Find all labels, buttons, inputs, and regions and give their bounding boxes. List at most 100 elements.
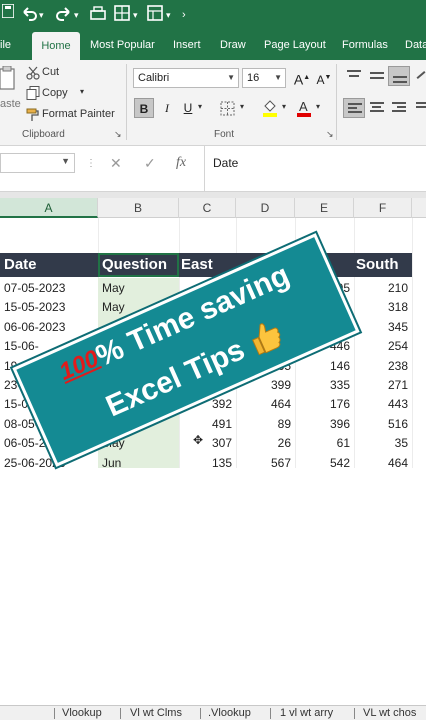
tab-home[interactable]: Home	[32, 32, 80, 60]
sheet-tab-1-vl-wt-arry[interactable]: 1 vl wt arry	[280, 706, 333, 720]
font-family-combo[interactable]: Calibri ▼	[133, 68, 239, 88]
cell-e[interactable]: 176	[295, 395, 350, 414]
cell-e[interactable]: 61	[295, 434, 350, 453]
tab-page-layout[interactable]: Page Layout	[264, 30, 326, 60]
borders-icon[interactable]	[114, 5, 130, 21]
align-top-icon[interactable]	[343, 66, 365, 86]
cut-icon[interactable]	[26, 66, 40, 85]
cell-south[interactable]: 238	[354, 357, 408, 376]
underline-button[interactable]: U	[178, 98, 198, 118]
sheet-tab-dot-vlookup[interactable]: .Vlookup	[208, 706, 251, 720]
cancel-icon[interactable]: ✕	[110, 155, 122, 172]
paste-icon[interactable]	[0, 65, 16, 97]
font-launcher-icon[interactable]: ↘	[326, 129, 334, 140]
cell-e[interactable]: 542	[295, 454, 350, 473]
cell-d[interactable]: 89	[236, 415, 291, 434]
column-header-f[interactable]: F	[354, 198, 412, 218]
cell-d[interactable]: 567	[236, 454, 291, 473]
font-size-combo[interactable]: 16 ▼	[242, 68, 286, 88]
cell-d[interactable]: 26	[236, 434, 291, 453]
cell-e[interactable]: 146	[295, 357, 350, 376]
redo-dropdown-icon[interactable]: ▾	[74, 5, 79, 25]
cell-south[interactable]: 271	[354, 376, 408, 395]
sheet-tab-vl-wt-chos[interactable]: VL wt chos	[363, 706, 416, 720]
format-painter-button[interactable]: Format Painter	[42, 108, 115, 120]
print-preview-icon[interactable]	[89, 5, 107, 23]
tab-data[interactable]: Data	[405, 30, 426, 60]
tab-draw[interactable]: Draw	[220, 30, 246, 60]
chevron-down-icon[interactable]: ▼	[61, 156, 70, 166]
cell-south[interactable]: 516	[354, 415, 408, 434]
undo-dropdown-icon[interactable]: ▾	[39, 5, 44, 25]
fill-color-dropdown-icon[interactable]: ▾	[282, 102, 286, 111]
tab-most-popular[interactable]: Most Popular	[90, 30, 155, 60]
header-east[interactable]: East	[181, 253, 213, 277]
decrease-font-size-icon[interactable]: A▼	[314, 68, 334, 88]
merge-icon[interactable]	[147, 5, 163, 21]
column-header-b[interactable]: B	[98, 198, 179, 218]
cell-e[interactable]: 335	[295, 376, 350, 395]
cell-south[interactable]: 210	[354, 279, 408, 298]
font-color-icon[interactable]: A	[296, 98, 312, 123]
cell-east[interactable]: 307	[179, 434, 232, 453]
enter-icon[interactable]: ✓	[144, 155, 156, 172]
align-bottom-icon[interactable]	[388, 66, 410, 86]
cell-south[interactable]: 318	[354, 298, 408, 317]
sheet-tab-vl-wt-clms[interactable]: Vl wt Clms	[130, 706, 182, 720]
cell-south[interactable]: 464	[354, 454, 408, 473]
column-header-e[interactable]: E	[295, 198, 354, 218]
bold-button[interactable]: B	[134, 98, 154, 118]
cell-south[interactable]: 35	[354, 434, 408, 453]
tab-formulas[interactable]: Formulas	[342, 30, 388, 60]
header-date[interactable]: Date	[4, 253, 37, 277]
cell-south[interactable]: 345	[354, 318, 408, 337]
copy-icon[interactable]	[26, 86, 40, 105]
cell-date[interactable]: 07-05-2023	[4, 279, 98, 298]
merge-dropdown-icon[interactable]: ▾	[166, 5, 171, 25]
cell-question[interactable]: Jun	[102, 454, 177, 473]
cut-button[interactable]: Cut	[42, 66, 59, 78]
cell-question[interactable]: May	[102, 279, 177, 298]
borders-icon[interactable]	[220, 101, 235, 121]
cell-d[interactable]: 464	[236, 395, 291, 414]
insert-function-icon[interactable]: fx	[176, 155, 186, 171]
chevron-down-icon[interactable]: ▼	[227, 69, 235, 87]
fill-color-icon[interactable]	[262, 98, 278, 123]
borders-dropdown-icon[interactable]: ▾	[240, 102, 244, 111]
cell-e[interactable]: 396	[295, 415, 350, 434]
tab-file[interactable]: ile	[0, 30, 11, 60]
customize-toolbar-icon[interactable]: ›	[182, 5, 186, 25]
indent-icon[interactable]	[412, 98, 426, 118]
paste-label[interactable]: aste	[0, 98, 21, 110]
column-header-d[interactable]: D	[236, 198, 295, 218]
tab-insert[interactable]: Insert	[173, 30, 201, 60]
cell-east[interactable]: 135	[179, 454, 232, 473]
cell-south[interactable]: 254	[354, 337, 408, 356]
redo-icon[interactable]	[55, 5, 73, 23]
font-color-dropdown-icon[interactable]: ▾	[316, 102, 320, 111]
align-middle-icon[interactable]	[366, 66, 388, 86]
cell-east[interactable]: 491	[179, 415, 232, 434]
cell-date[interactable]: 15-05-2023	[4, 298, 98, 317]
cell-south[interactable]: 443	[354, 395, 408, 414]
column-header-c[interactable]: C	[179, 198, 236, 218]
cell-date[interactable]: 06-06-2023	[4, 318, 98, 337]
formula-input[interactable]: Date	[204, 146, 426, 192]
chevron-down-icon[interactable]: ▼	[274, 69, 282, 87]
increase-font-size-icon[interactable]: A▲	[292, 68, 312, 88]
header-south[interactable]: South	[356, 253, 399, 277]
clipboard-launcher-icon[interactable]: ↘	[114, 129, 122, 140]
undo-icon[interactable]	[20, 5, 38, 23]
align-center-icon[interactable]	[366, 98, 388, 118]
save-icon[interactable]	[2, 4, 14, 18]
orientation-icon[interactable]	[412, 66, 426, 86]
italic-button[interactable]: I	[157, 98, 177, 118]
align-left-icon[interactable]	[343, 98, 365, 118]
format-painter-icon[interactable]	[26, 108, 40, 127]
copy-button[interactable]: Copy	[42, 87, 68, 99]
name-box[interactable]: ▼	[0, 153, 75, 173]
align-right-icon[interactable]	[388, 98, 410, 118]
sheet-tab-vlookup[interactable]: Vlookup	[62, 706, 102, 720]
underline-dropdown-icon[interactable]: ▾	[198, 102, 202, 111]
column-header-a[interactable]: A	[0, 198, 98, 218]
